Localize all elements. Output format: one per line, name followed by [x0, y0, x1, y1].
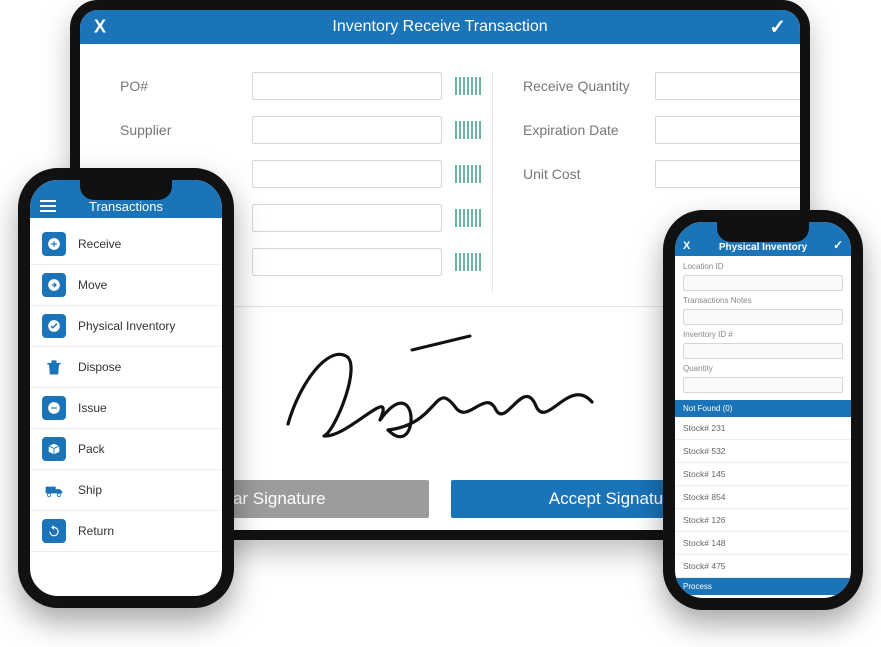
field-label: Transactions Notes	[683, 296, 843, 305]
field-input[interactable]	[683, 377, 843, 393]
phone-notch	[717, 222, 809, 242]
list-item-label: Ship	[78, 483, 102, 497]
transactions-list-item[interactable]: Dispose	[30, 347, 222, 388]
phone-left-title: Transactions	[89, 199, 163, 214]
field-input[interactable]	[252, 204, 442, 232]
validation-details-link[interactable]: Validation Details ...	[675, 595, 851, 610]
close-icon[interactable]: X	[94, 17, 106, 38]
transactions-list-item[interactable]: Issue	[30, 388, 222, 429]
stock-list-item[interactable]: Stock# 126	[675, 509, 851, 532]
field-input[interactable]	[655, 116, 810, 144]
process-bar[interactable]: Process	[675, 578, 851, 595]
stock-list-item[interactable]: Stock# 475	[675, 555, 851, 578]
check-circle-icon	[42, 314, 66, 338]
tablet-title: Inventory Receive Transaction	[332, 18, 547, 36]
close-icon[interactable]: X	[683, 240, 690, 252]
field-label: Receive Quantity	[523, 78, 643, 94]
form-field-row: Supplier	[120, 116, 482, 144]
field-input[interactable]	[655, 72, 810, 100]
field-label: Location ID	[683, 262, 843, 271]
list-item-label: Receive	[78, 237, 121, 251]
not-found-bar: Not Found (0)	[675, 400, 851, 417]
mini-form-field: Quantity	[683, 364, 843, 393]
mini-form-field: Location ID	[683, 262, 843, 291]
list-item-label: Issue	[78, 401, 107, 415]
list-item-label: Physical Inventory	[78, 319, 175, 333]
field-label: Quantity	[683, 364, 843, 373]
barcode-scan-icon[interactable]	[454, 119, 482, 141]
form-field-row: Expiration Date	[523, 116, 810, 144]
stock-list-item[interactable]: Stock# 145	[675, 463, 851, 486]
stock-list-item[interactable]: Stock# 231	[675, 417, 851, 440]
list-item-label: Dispose	[78, 360, 121, 374]
transactions-list: Receive Move Physical Inventory Dispose …	[30, 218, 222, 558]
field-label: Inventory ID #	[683, 330, 843, 339]
package-icon	[42, 437, 66, 461]
plus-circle-icon	[42, 232, 66, 256]
truck-icon	[42, 478, 66, 502]
stock-list-item[interactable]: Stock# 532	[675, 440, 851, 463]
form-field-row: Unit Cost	[523, 160, 810, 188]
arrow-right-circle-icon	[42, 273, 66, 297]
transactions-list-item[interactable]: Pack	[30, 429, 222, 470]
list-item-label: Pack	[78, 442, 105, 456]
field-input[interactable]	[252, 72, 442, 100]
tablet-title-bar: X Inventory Receive Transaction ✓	[80, 10, 800, 44]
field-input[interactable]	[252, 116, 442, 144]
phone-right-title: Physical Inventory	[719, 242, 807, 253]
confirm-check-icon[interactable]: ✓	[769, 15, 786, 40]
barcode-scan-icon[interactable]	[454, 75, 482, 97]
barcode-scan-icon[interactable]	[454, 207, 482, 229]
list-item-label: Move	[78, 278, 107, 292]
transactions-list-item[interactable]: Return	[30, 511, 222, 552]
field-input[interactable]	[683, 309, 843, 325]
field-label: PO#	[120, 78, 240, 94]
mini-form-field: Inventory ID #	[683, 330, 843, 359]
field-input[interactable]	[655, 160, 810, 188]
field-input[interactable]	[683, 343, 843, 359]
stock-list: Stock# 231Stock# 532Stock# 145Stock# 854…	[675, 417, 851, 578]
transactions-list-item[interactable]: Receive	[30, 224, 222, 265]
phone-left-device: Transactions Receive Move Physical Inven…	[18, 168, 234, 608]
list-item-label: Return	[78, 524, 114, 538]
confirm-check-icon[interactable]: ✓	[833, 238, 843, 252]
field-input[interactable]	[683, 275, 843, 291]
phone-notch	[80, 180, 172, 200]
form-field-row: PO#	[120, 72, 482, 100]
field-label: Unit Cost	[523, 166, 643, 182]
field-label: Supplier	[120, 122, 240, 138]
barcode-scan-icon[interactable]	[454, 251, 482, 273]
hamburger-menu-icon[interactable]	[40, 200, 56, 212]
mini-form-field: Transactions Notes	[683, 296, 843, 325]
field-input[interactable]	[252, 248, 442, 276]
form-field-row: Receive Quantity	[523, 72, 810, 100]
barcode-scan-icon[interactable]	[454, 163, 482, 185]
field-label: Expiration Date	[523, 122, 643, 138]
field-input[interactable]	[252, 160, 442, 188]
transactions-list-item[interactable]: Move	[30, 265, 222, 306]
minus-circle-icon	[42, 396, 66, 420]
phone-right-device: X Physical Inventory ✓ Location ID Trans…	[663, 210, 863, 610]
undo-icon	[42, 519, 66, 543]
transactions-list-item[interactable]: Ship	[30, 470, 222, 511]
signature-script	[270, 332, 610, 452]
transactions-list-item[interactable]: Physical Inventory	[30, 306, 222, 347]
physical-inventory-form: Location ID Transactions Notes Inventory…	[675, 256, 851, 400]
trash-icon	[42, 355, 66, 379]
stock-list-item[interactable]: Stock# 854	[675, 486, 851, 509]
stock-list-item[interactable]: Stock# 148	[675, 532, 851, 555]
